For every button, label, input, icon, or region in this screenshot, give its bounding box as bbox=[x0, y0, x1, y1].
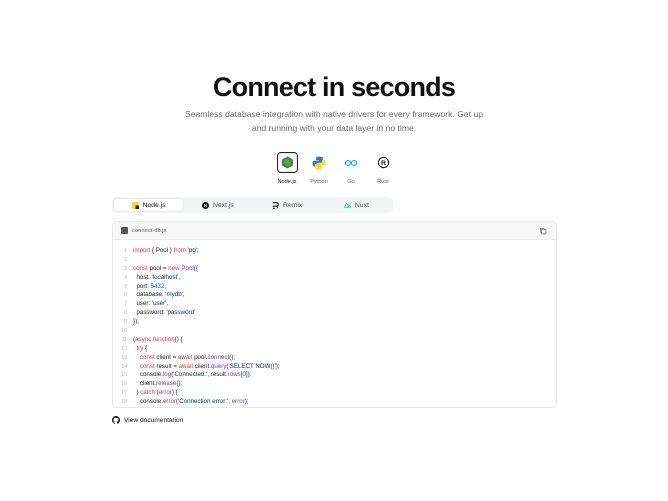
code-line: 6 database: 'mydb', bbox=[113, 291, 556, 300]
runtime-go[interactable]: Go bbox=[340, 152, 362, 185]
line-code: password: 'password' bbox=[133, 309, 196, 317]
file-name: connect-db.js bbox=[132, 227, 167, 234]
line-code: console.log('Connected:', result.rows[0]… bbox=[133, 371, 252, 379]
svg-text:R: R bbox=[381, 160, 386, 167]
framework-tabs: Node.js Next.js Remix Nuxt bbox=[112, 197, 393, 213]
copy-button[interactable] bbox=[538, 226, 548, 236]
python-icon bbox=[309, 152, 330, 173]
line-code: }); bbox=[133, 318, 139, 326]
code-line: 10 bbox=[113, 327, 556, 336]
line-number: 13 bbox=[121, 354, 127, 361]
view-documentation-link[interactable]: View documentation bbox=[112, 416, 183, 424]
line-number: 5 bbox=[124, 283, 127, 290]
copy-icon bbox=[540, 227, 547, 234]
nodejs-icon bbox=[131, 201, 139, 209]
page-title: Connect in seconds bbox=[212, 72, 456, 102]
code-line: 16 client.release(); bbox=[113, 380, 556, 389]
line-number: 17 bbox=[121, 390, 127, 397]
line-number: 3 bbox=[124, 265, 127, 272]
runtime-nodejs[interactable]: Node.js bbox=[276, 152, 298, 185]
runtime-python[interactable]: Python bbox=[308, 152, 330, 185]
code-line: 18 console.error('Connection error:', er… bbox=[113, 398, 556, 407]
line-code: client.release(); bbox=[133, 380, 183, 388]
code-line: 15 console.log('Connected:', result.rows… bbox=[113, 371, 556, 380]
tab-remix[interactable]: Remix bbox=[253, 199, 322, 211]
line-number: 14 bbox=[121, 363, 127, 370]
line-number: 6 bbox=[124, 292, 127, 299]
remix-icon bbox=[272, 201, 279, 209]
line-code: host: 'localhost', bbox=[133, 273, 181, 281]
rust-icon: R bbox=[373, 152, 394, 173]
code-block: connect-db.js 1 import { Pool } from 'pg'… bbox=[112, 221, 557, 408]
line-code: database: 'mydb', bbox=[133, 291, 185, 299]
line-code: const result = await client.query('SELEC… bbox=[139, 362, 280, 370]
line-number: 12 bbox=[121, 345, 127, 352]
line-number: 18 bbox=[121, 399, 127, 406]
line-code: console.error('Connection error:', error… bbox=[133, 398, 249, 406]
tab-nextjs[interactable]: Next.js bbox=[183, 199, 252, 211]
line-code: (async function() { bbox=[133, 335, 183, 343]
code-line: 8 password: 'password' bbox=[113, 309, 556, 318]
line-code: try { bbox=[136, 344, 148, 352]
code-line: 2 bbox=[113, 256, 556, 265]
line-number: 9 bbox=[124, 319, 127, 326]
code-line: 11 (async function() { bbox=[113, 336, 556, 345]
line-code: import { Pool } from 'pg'; bbox=[133, 247, 199, 254]
line-number: 1 bbox=[124, 248, 127, 254]
code-line: 13 const client = await pool.connect(); bbox=[113, 354, 556, 363]
tab-label: Remix bbox=[282, 201, 303, 209]
line-code: const client = await pool.connect(); bbox=[139, 353, 236, 361]
line-number: 15 bbox=[121, 372, 127, 379]
code-line: 14 const result = await client.query('SE… bbox=[113, 363, 556, 372]
tab-nodejs[interactable]: Node.js bbox=[114, 199, 184, 211]
code-line: 17 } catch (error) { bbox=[113, 389, 556, 398]
page-subtitle: Seamless database integration with nativ… bbox=[184, 109, 484, 133]
runtime-label: Go bbox=[347, 179, 355, 185]
tab-label: Node.js bbox=[142, 201, 166, 209]
nextjs-icon bbox=[201, 201, 209, 209]
doc-link-label: View documentation bbox=[124, 416, 184, 424]
code-line: 4 host: 'localhost', bbox=[113, 274, 556, 283]
runtime-label: Rust bbox=[377, 179, 389, 185]
line-number: 11 bbox=[121, 336, 127, 343]
nuxt-icon bbox=[343, 202, 351, 209]
line-code: } catch (error) { bbox=[133, 389, 178, 397]
code-content: 1 import { Pool } from 'pg'; 2 3 const pool … bbox=[113, 240, 556, 407]
code-line: 12 try { bbox=[113, 345, 556, 354]
runtime-label: Node.js bbox=[277, 179, 297, 185]
code-line: 3 const pool = new Pool({ bbox=[113, 265, 556, 274]
nodejs-icon bbox=[276, 152, 298, 173]
line-number: 4 bbox=[124, 274, 127, 281]
code-line: 5 port: 5432, bbox=[113, 283, 556, 292]
runtime-label: Python bbox=[310, 179, 328, 185]
code-line: 9}); bbox=[113, 318, 556, 327]
runtime-rust[interactable]: R Rust bbox=[372, 152, 394, 185]
runtime-selector: Node.js Python Go R Rust bbox=[276, 152, 394, 185]
code-line: 7 user: 'user', bbox=[113, 300, 556, 309]
github-icon bbox=[112, 416, 120, 424]
line-number: 10 bbox=[121, 328, 127, 335]
line-number: 16 bbox=[121, 381, 127, 388]
line-number: 2 bbox=[124, 256, 127, 263]
file-icon bbox=[121, 227, 128, 234]
tab-label: Next.js bbox=[212, 201, 234, 209]
tab-label: Nuxt bbox=[354, 201, 369, 209]
line-number: 7 bbox=[124, 301, 127, 308]
line-number: 8 bbox=[124, 310, 127, 317]
code-header: connect-db.js bbox=[113, 222, 556, 240]
code-line: 1 import { Pool } from 'pg'; bbox=[113, 247, 556, 256]
line-code: port: 5432, bbox=[133, 282, 167, 290]
tab-nuxt[interactable]: Nuxt bbox=[322, 199, 391, 211]
line-code: const pool = new Pool({ bbox=[133, 264, 198, 272]
go-icon bbox=[341, 152, 362, 173]
line-code: user: 'user', bbox=[133, 300, 169, 308]
